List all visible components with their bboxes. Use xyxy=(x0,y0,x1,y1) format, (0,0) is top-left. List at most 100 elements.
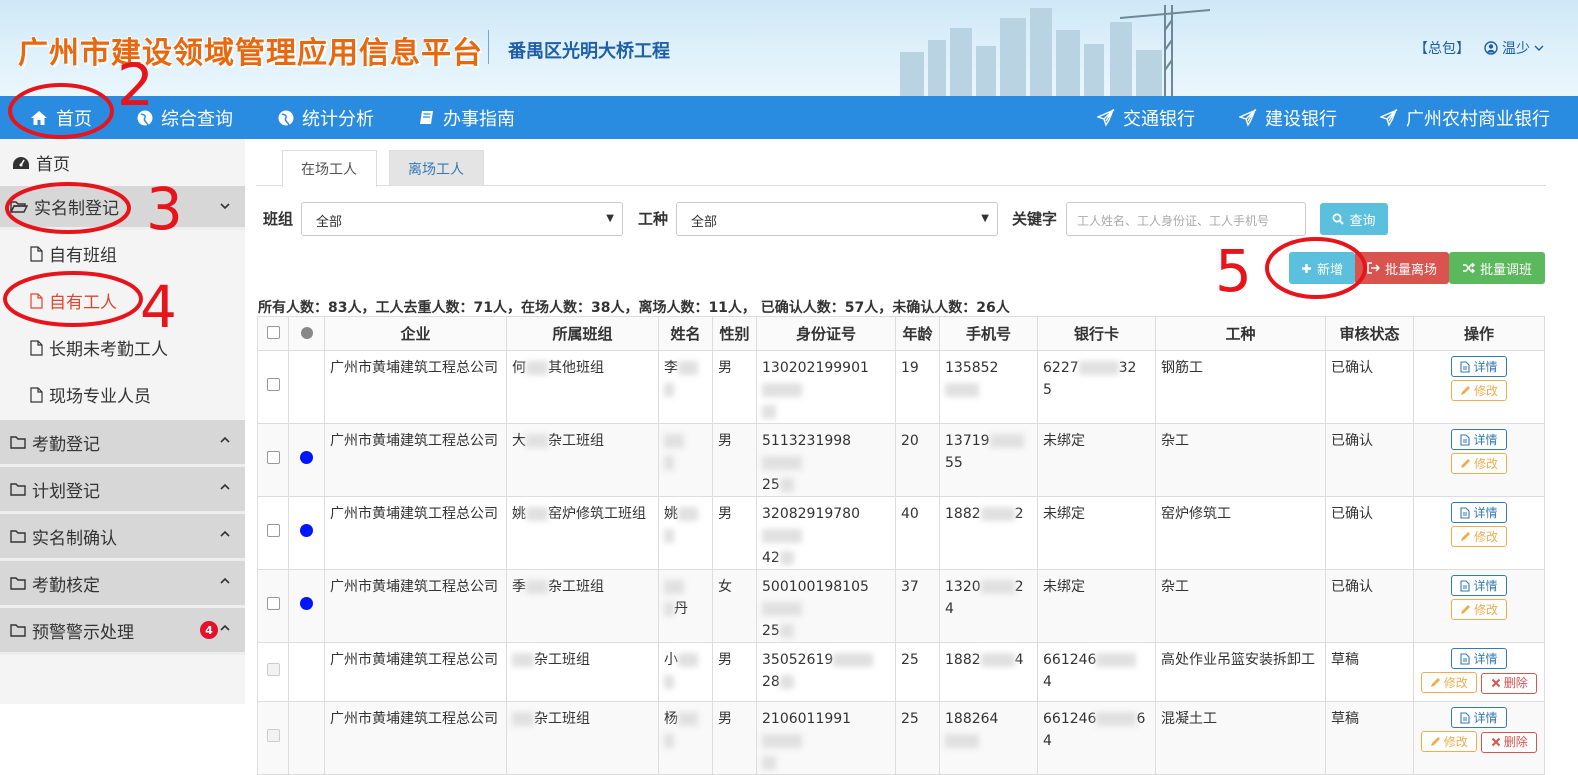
sidebar-item-own-team[interactable]: 自有班组 xyxy=(0,230,245,277)
detail-button[interactable]: 详情 xyxy=(1451,707,1507,728)
edit-button[interactable]: 修改 xyxy=(1451,599,1507,620)
detail-button[interactable]: 详情 xyxy=(1451,502,1507,523)
id-number-cell: 2106011991 xyxy=(756,701,896,775)
operations-cell: 详情修改 xyxy=(1413,569,1545,643)
nav-bank-rural[interactable]: 广州农村商业银行 xyxy=(1380,96,1550,139)
redacted-text xyxy=(762,529,802,543)
checkbox[interactable] xyxy=(266,378,280,391)
edit-label: 修改 xyxy=(1473,602,1498,617)
sidebar-item-own-workers[interactable]: 自有工人 xyxy=(0,277,245,324)
phone-cell: 188264 xyxy=(939,701,1038,775)
edit-button[interactable]: 修改 xyxy=(1451,453,1507,474)
row-select-cell[interactable] xyxy=(257,350,289,424)
keyword-input[interactable]: 工人姓名、工人身份证、工人手机号 xyxy=(1066,202,1306,236)
checkbox[interactable] xyxy=(266,325,280,339)
sidebar-item-absent-workers[interactable]: 长期未考勤工人 xyxy=(0,324,245,371)
role-link[interactable]: 【总包】 xyxy=(1414,38,1470,58)
delete-button[interactable]: 删除 xyxy=(1481,672,1538,694)
checkbox[interactable] xyxy=(266,524,280,537)
nav-home[interactable]: 首页 xyxy=(30,96,92,139)
status-dot-icon xyxy=(300,597,313,610)
phone-suffix: 55 xyxy=(945,455,963,471)
sidebar-group-attendance[interactable]: 考勤登记 xyxy=(0,420,245,467)
bank-prefix: 661246 xyxy=(1043,652,1097,668)
row-select-cell[interactable] xyxy=(257,496,289,570)
name-cell: 杨 xyxy=(658,701,713,775)
audit-status-cell: 已确认 xyxy=(1325,569,1414,643)
id-prefix: 130202199901 xyxy=(762,360,869,376)
edit-label: 修改 xyxy=(1443,675,1468,690)
bank-mid: 6 xyxy=(1136,711,1146,727)
sidebar-group-alerts[interactable]: 预警警示处理 4 xyxy=(0,608,245,655)
batch-leave-button[interactable]: 批量离场 xyxy=(1355,252,1449,284)
nav-guide[interactable]: 办事指南 xyxy=(419,96,515,139)
checkbox xyxy=(266,729,280,742)
redacted-text xyxy=(526,580,548,594)
detail-button[interactable]: 详情 xyxy=(1451,648,1507,669)
sidebar-item-home[interactable]: 首页 xyxy=(0,139,245,186)
add-button[interactable]: 新增 xyxy=(1289,252,1355,284)
id-prefix: 2106011991 xyxy=(762,711,852,727)
checkbox[interactable] xyxy=(266,597,280,610)
trade-cell: 高处作业吊篮安装拆卸工 xyxy=(1155,642,1326,702)
status-dot-icon xyxy=(300,326,313,339)
query-button[interactable]: 查询 xyxy=(1320,203,1388,235)
name-prefix: 小 xyxy=(664,652,678,668)
checkbox xyxy=(266,663,280,676)
user-menu[interactable]: 温少 xyxy=(1484,38,1544,58)
redacted-text xyxy=(762,756,776,770)
sidebar-group-confirm[interactable]: 实名制确认 xyxy=(0,514,245,561)
phone-cell: 1320 24 xyxy=(939,569,1038,643)
row-select-cell[interactable] xyxy=(257,701,289,775)
batch-transfer-button[interactable]: 批量调班 xyxy=(1449,252,1545,284)
redacted-text xyxy=(664,383,674,397)
detail-button[interactable]: 详情 xyxy=(1451,356,1507,377)
nav-bank-comm[interactable]: 交通银行 xyxy=(1097,96,1195,139)
file-text-icon xyxy=(1460,652,1471,665)
edit-button[interactable]: 修改 xyxy=(1420,731,1477,752)
redacted-text xyxy=(664,602,674,616)
checkbox[interactable] xyxy=(266,451,280,464)
sidebar-group-plan[interactable]: 计划登记 xyxy=(0,467,245,514)
project-name: 番禺区光明大桥工程 xyxy=(508,41,670,62)
edit-button[interactable]: 修改 xyxy=(1420,672,1477,693)
company-cell: 广州市黄埔建筑工程总公司 xyxy=(324,701,507,775)
table-header-row: 企业 所属班组 姓名 性别 身份证号 年龄 手机号 银行卡 工种 审核状态 操作 xyxy=(257,316,1545,351)
row-select-cell[interactable] xyxy=(257,569,289,643)
sidebar-item-own-team-label: 自有班组 xyxy=(49,246,117,266)
file-text-icon xyxy=(1460,711,1471,724)
detail-button[interactable]: 详情 xyxy=(1451,575,1507,596)
sidebar-item-onsite-professionals[interactable]: 现场专业人员 xyxy=(0,371,245,418)
edit-button[interactable]: 修改 xyxy=(1451,526,1507,547)
trade-select[interactable]: 全部 ▼ xyxy=(676,202,998,236)
sidebar: 首页 实名制登记 自有班组 自有工人 长期未考勤工人 现场专业人员 考勤登记 计… xyxy=(0,139,245,704)
city-skyline-illustration xyxy=(900,5,1210,96)
tab-departed-workers[interactable]: 离场工人 xyxy=(389,150,484,186)
delete-button[interactable]: 删除 xyxy=(1481,731,1538,753)
id-prefix: 35052619 xyxy=(762,652,834,668)
edit-button[interactable]: 修改 xyxy=(1451,380,1507,401)
team-suffix: 窑炉修筑工班组 xyxy=(548,506,646,522)
sidebar-group-confirm-label: 实名制确认 xyxy=(32,528,117,549)
detail-button[interactable]: 详情 xyxy=(1451,429,1507,450)
redacted-text xyxy=(779,624,794,638)
team-prefix: 季 xyxy=(512,579,526,595)
sign-out-icon xyxy=(1367,262,1380,274)
sidebar-group-verify[interactable]: 考勤核定 xyxy=(0,561,245,608)
team-select[interactable]: 全部 ▼ xyxy=(301,202,623,236)
bank-prefix: 未绑定 xyxy=(1043,506,1085,522)
nav-stats[interactable]: 统计分析 xyxy=(278,96,374,139)
sidebar-group-attendance-label: 考勤登记 xyxy=(32,434,100,455)
sidebar-group-realname[interactable]: 实名制登记 xyxy=(0,186,245,230)
row-select-cell[interactable] xyxy=(257,642,289,702)
nav-bank-ccb[interactable]: 建设银行 xyxy=(1239,96,1337,139)
id-suffix: 42 xyxy=(762,550,780,566)
paper-plane-icon xyxy=(1239,108,1257,127)
row-select-cell[interactable] xyxy=(257,423,289,497)
redacted-text xyxy=(762,383,802,397)
header-select-all[interactable] xyxy=(257,316,289,351)
tab-onsite-workers[interactable]: 在场工人 xyxy=(282,150,377,187)
team-cell: 杂工班组 xyxy=(506,701,659,775)
name-suffix: 丹 xyxy=(674,601,688,617)
team-prefix: 姚 xyxy=(512,506,526,522)
